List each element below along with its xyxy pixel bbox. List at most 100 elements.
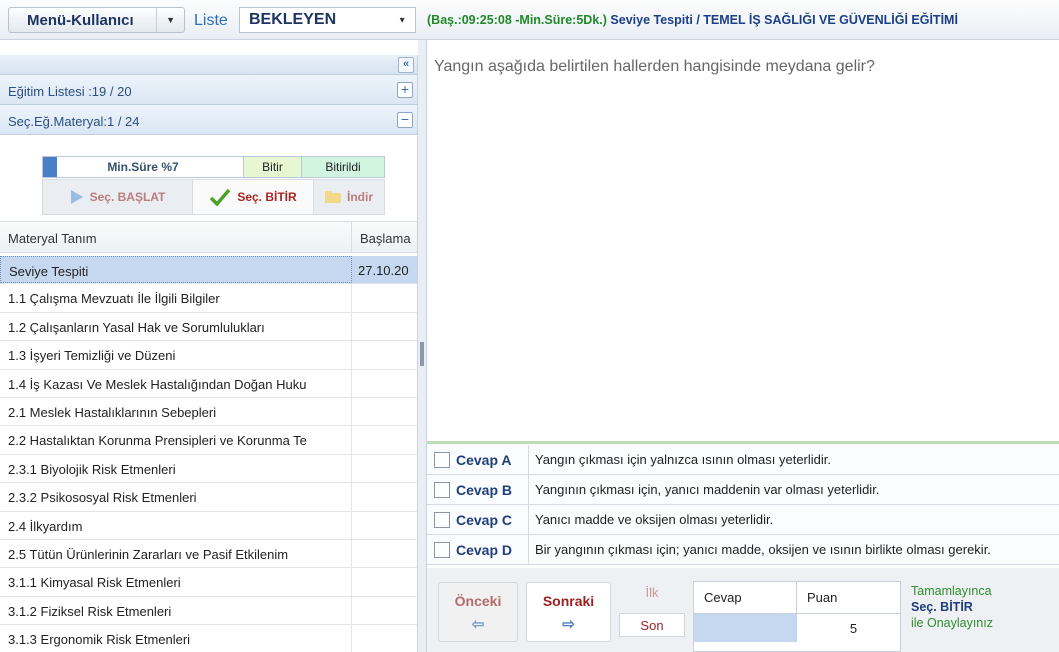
egitim-listesi-header[interactable]: Eğitim Listesi :19 / 20 + bbox=[0, 75, 417, 105]
score-table: Cevap Puan 5 bbox=[693, 581, 901, 652]
panel-collapse-bar: « bbox=[0, 55, 417, 75]
progress-row: Min.Süre %7 Bitir Bitirildi bbox=[42, 156, 385, 178]
note-line-1: Tamamlayınca bbox=[911, 584, 992, 598]
play-icon bbox=[70, 190, 83, 204]
table-row[interactable]: 3.1.3 Ergonomik Risk Etmenleri bbox=[0, 625, 417, 652]
caret-down-icon[interactable]: ▼ bbox=[156, 8, 184, 32]
checkmark-icon bbox=[210, 188, 231, 206]
table-row[interactable]: 2.5 Tütün Ürünlerinin Zararları ve Pasif… bbox=[0, 539, 417, 569]
question-text: Yangın aşağıda belirtilen hallerden hang… bbox=[434, 58, 875, 75]
material-name-cell: Seviye Tespiti bbox=[0, 256, 352, 284]
table-row[interactable]: Seviye Tespiti 27.10.20 bbox=[0, 256, 417, 285]
progress-fill bbox=[43, 157, 57, 177]
answer-option[interactable]: Cevap D Bir yangının çıkması için; yanıcı… bbox=[427, 534, 1059, 565]
last-button[interactable]: Son bbox=[619, 613, 685, 637]
table-row[interactable]: 3.1.1 Kimyasal Risk Etmenleri bbox=[0, 568, 417, 597]
training-info: (Baş.:09:25:08 -Min.Süre:5Dk.) Seviye Te… bbox=[427, 13, 958, 27]
material-name-cell: 2.4 İlkyardım bbox=[0, 511, 352, 539]
material-actions: Seç. BAŞLAT Seç. BİTİR İndir bbox=[42, 179, 385, 215]
note-line-3: ile Onaylayınız bbox=[911, 616, 993, 630]
answer-list: Cevap A Yangın çıkması için yalnızca ısın… bbox=[427, 444, 1059, 565]
start-date-cell: 27.10.20 bbox=[358, 263, 409, 278]
table-row[interactable]: 2.3.2 Psikososyal Risk Etmenleri bbox=[0, 483, 417, 512]
liste-label: Liste bbox=[194, 12, 228, 29]
start-date-cell bbox=[352, 568, 417, 595]
download-label: İndir bbox=[347, 190, 373, 204]
panel-splitter[interactable] bbox=[418, 40, 427, 652]
answer-option[interactable]: Cevap A Yangın çıkması için yalnızca ısın… bbox=[427, 444, 1059, 475]
material-name-cell: 2.3.1 Biyolojik Risk Etmenleri bbox=[0, 454, 352, 483]
col-header-baslama[interactable]: Başlama bbox=[352, 222, 417, 252]
answer-text: Yangın çıkması için yalnızca ısının olma… bbox=[535, 452, 831, 467]
session-time-info: (Baş.:09:25:08 -Min.Süre:5Dk.) bbox=[427, 13, 607, 27]
bitirildi-status: Bitirildi bbox=[302, 157, 384, 177]
material-name-cell: 3.1.3 Ergonomik Risk Etmenleri bbox=[0, 625, 352, 652]
score-header-cevap: Cevap bbox=[694, 582, 797, 613]
answer-label: Cevap B bbox=[456, 474, 529, 505]
table-row[interactable]: 2.4 İlkyardım bbox=[0, 511, 417, 540]
download-button[interactable]: İndir bbox=[314, 180, 384, 214]
start-date-cell bbox=[352, 284, 417, 311]
answer-checkbox[interactable] bbox=[434, 451, 450, 468]
table-row[interactable]: 2.2 Hastalıktan Korunma Prensipleri ve K… bbox=[0, 426, 417, 455]
material-name-cell: 2.3.2 Psikososyal Risk Etmenleri bbox=[0, 483, 352, 511]
top-toolbar: Menü-Kullanıcı ▼ Liste BEKLEYEN ▾ (Baş.:… bbox=[0, 0, 1059, 40]
start-date-cell bbox=[352, 426, 417, 453]
table-row[interactable]: 2.1 Meslek Hastalıklarının Sebepleri bbox=[0, 397, 417, 427]
answer-text: Yanıcı madde ve oksijen olması yeterlidi… bbox=[535, 512, 774, 527]
material-name-cell: 1.2 Çalışanların Yasal Hak ve Sorumluluk… bbox=[0, 312, 352, 341]
material-name-cell: 3.1.1 Kimyasal Risk Etmenleri bbox=[0, 568, 352, 596]
answer-label: Cevap C bbox=[456, 504, 529, 535]
materyal-header[interactable]: Seç.Eğ.Materyal:1 / 24 − bbox=[0, 105, 417, 135]
material-name-cell: 1.3 İşyeri Temizliği ve Düzeni bbox=[0, 341, 352, 369]
splitter-grip[interactable] bbox=[420, 342, 424, 366]
table-row[interactable]: 1.2 Çalışanların Yasal Hak ve Sorumluluk… bbox=[0, 312, 417, 342]
collapse-left-icon[interactable]: « bbox=[398, 57, 414, 73]
prev-button[interactable]: Önceki ⇦ bbox=[438, 582, 518, 642]
answer-checkbox[interactable] bbox=[434, 541, 450, 558]
answer-checkbox[interactable] bbox=[434, 481, 450, 498]
start-date-cell bbox=[352, 370, 417, 397]
arrow-right-icon: ⇨ bbox=[562, 616, 575, 633]
answer-checkbox[interactable] bbox=[434, 511, 450, 528]
score-cevap-cell bbox=[694, 614, 797, 642]
materyal-label: Seç.Eğ.Materyal:1 / 24 bbox=[8, 114, 140, 129]
table-row[interactable]: 2.3.1 Biyolojik Risk Etmenleri bbox=[0, 454, 417, 484]
user-menu-button[interactable]: Menü-Kullanıcı ▼ bbox=[8, 7, 185, 33]
answer-text: Yangının çıkması için, yanıcı maddenin v… bbox=[535, 482, 880, 497]
col-header-materyal[interactable]: Materyal Tanım bbox=[0, 222, 352, 252]
first-button[interactable]: İlk bbox=[619, 581, 685, 605]
progress-label: Min.Süre %7 bbox=[107, 160, 179, 174]
end-material-label: Seç. BİTİR bbox=[237, 190, 297, 204]
training-title: Seviye Tespiti / TEMEL İŞ SAĞLIĞI VE GÜV… bbox=[610, 13, 958, 27]
next-button[interactable]: Sonraki ⇨ bbox=[526, 582, 611, 642]
start-date-cell bbox=[352, 597, 417, 624]
answer-text: Bir yangının çıkması için; yanıcı madde,… bbox=[535, 542, 991, 557]
chevron-down-icon[interactable]: ▾ bbox=[389, 15, 415, 26]
start-date-cell bbox=[352, 313, 417, 340]
completion-note: Tamamlayınca Seç. BİTİR ile Onaylayınız bbox=[911, 583, 1059, 631]
liste-select[interactable]: BEKLEYEN ▾ bbox=[239, 7, 416, 33]
expand-icon[interactable]: + bbox=[397, 82, 413, 98]
table-row[interactable]: 1.1 Çalışma Mevzuatı İle İlgili Bilgiler bbox=[0, 284, 417, 313]
start-date-cell bbox=[352, 625, 417, 652]
score-puan-value: 5 bbox=[849, 621, 858, 636]
liste-select-value: BEKLEYEN bbox=[249, 11, 337, 28]
start-date-cell bbox=[352, 398, 417, 425]
min-sure-progress: Min.Süre %7 bbox=[43, 157, 244, 177]
answer-label: Cevap D bbox=[456, 534, 529, 565]
table-row[interactable]: 1.3 İşyeri Temizliği ve Düzeni bbox=[0, 341, 417, 370]
start-material-button[interactable]: Seç. BAŞLAT bbox=[43, 180, 193, 214]
table-row[interactable]: 3.1.2 Fiziksel Risk Etmenleri bbox=[0, 596, 417, 626]
answer-option[interactable]: Cevap C Yanıcı madde ve oksijen olması ye… bbox=[427, 504, 1059, 535]
answer-option[interactable]: Cevap B Yangının çıkması için, yanıcı mad… bbox=[427, 474, 1059, 505]
arrow-left-icon: ⇦ bbox=[471, 616, 485, 633]
table-row[interactable]: 1.4 İş Kazası Ve Meslek Hastalığından Do… bbox=[0, 369, 417, 398]
user-menu-label: Menü-Kullanıcı bbox=[27, 11, 134, 29]
material-name-cell: 3.1.2 Fiziksel Risk Etmenleri bbox=[0, 596, 352, 625]
answer-label: Cevap A bbox=[456, 444, 529, 475]
material-table-header: Materyal Tanım Başlama bbox=[0, 221, 417, 253]
start-date-cell bbox=[352, 455, 417, 482]
collapse-icon[interactable]: − bbox=[397, 112, 413, 128]
end-material-button[interactable]: Seç. BİTİR bbox=[193, 180, 314, 214]
